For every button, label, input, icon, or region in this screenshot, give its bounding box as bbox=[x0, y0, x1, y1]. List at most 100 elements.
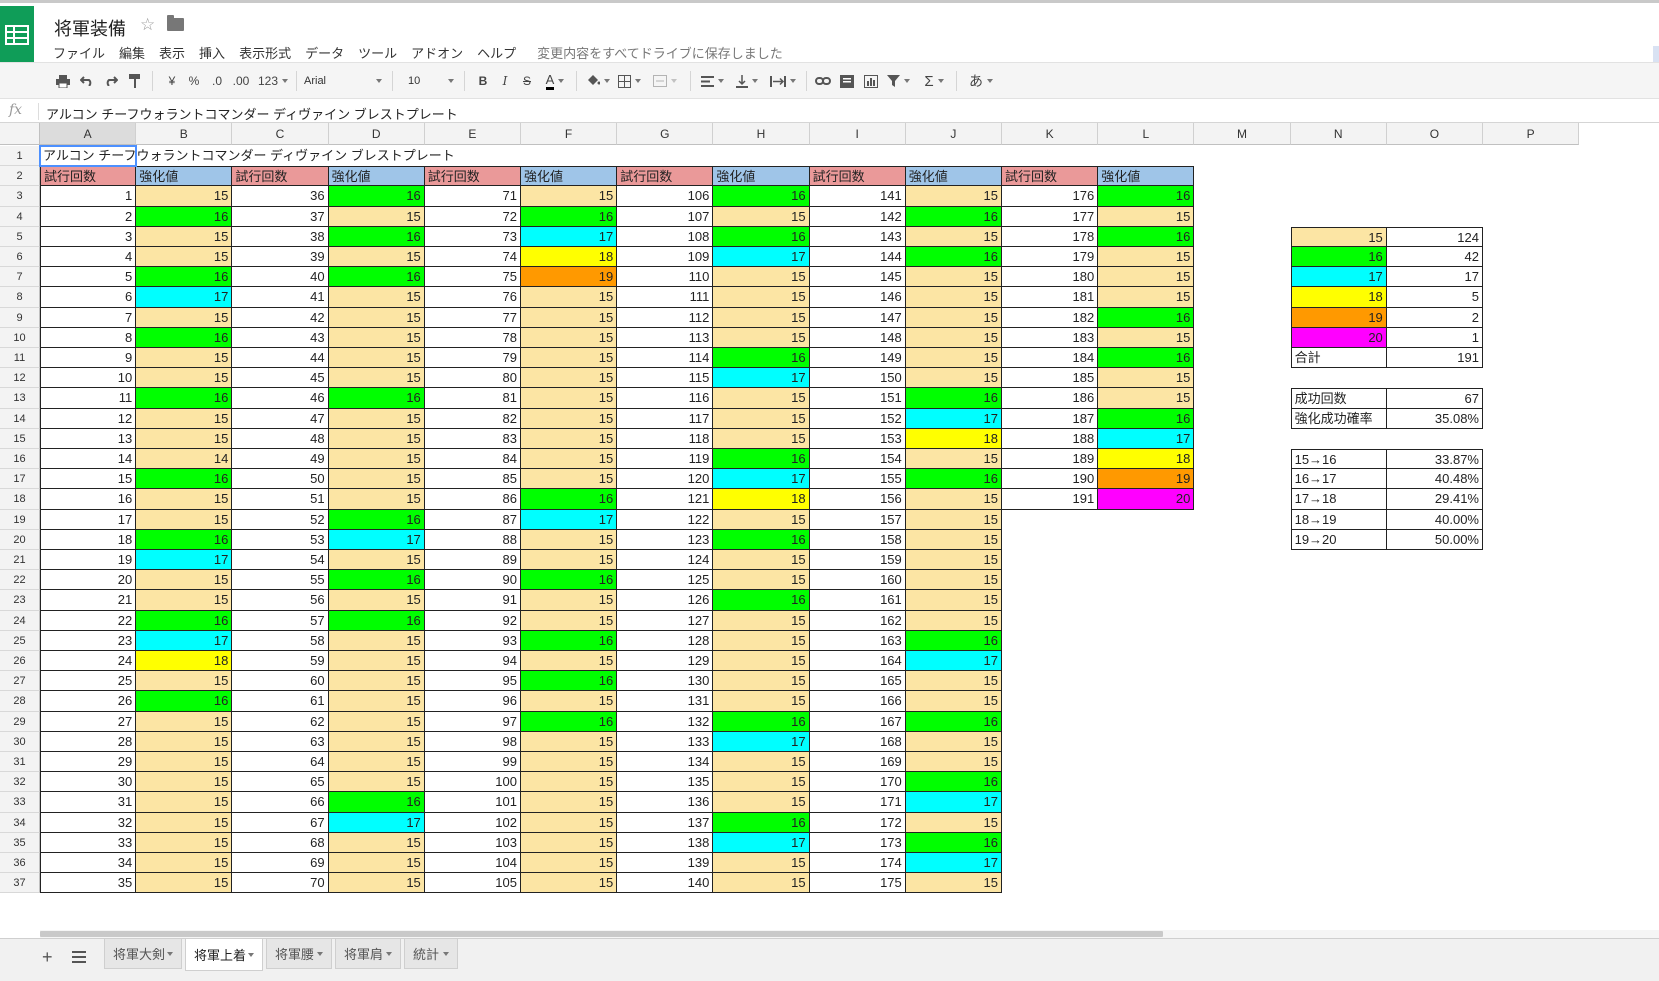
value-cell[interactable]: 15 bbox=[328, 873, 425, 894]
trial-cell[interactable]: 52 bbox=[232, 509, 329, 530]
row-header[interactable]: 8 bbox=[0, 287, 40, 308]
trial-cell[interactable]: 2 bbox=[40, 206, 137, 227]
trial-cell[interactable]: 70 bbox=[232, 873, 329, 894]
menu-data[interactable]: データ bbox=[305, 43, 344, 62]
value-cell[interactable]: 19 bbox=[521, 267, 618, 288]
transition-label[interactable]: 17→18 bbox=[1290, 489, 1387, 510]
column-header-p[interactable]: P bbox=[1483, 123, 1580, 145]
value-cell[interactable]: 16 bbox=[328, 570, 425, 591]
value-cell[interactable]: 15 bbox=[905, 731, 1002, 752]
trial-cell[interactable]: 18 bbox=[40, 529, 137, 550]
trial-cell[interactable]: 59 bbox=[232, 651, 329, 672]
font-size-dropdown[interactable]: 10 bbox=[408, 70, 456, 92]
value-cell[interactable]: 15 bbox=[905, 550, 1002, 571]
trial-cell[interactable]: 168 bbox=[809, 731, 906, 752]
value-cell[interactable]: 15 bbox=[328, 408, 425, 429]
trial-cell[interactable]: 111 bbox=[617, 287, 714, 308]
row-header[interactable]: 2 bbox=[0, 166, 40, 187]
trial-cell[interactable]: 142 bbox=[809, 206, 906, 227]
value-cell[interactable]: 16 bbox=[328, 267, 425, 288]
value-cell[interactable]: 16 bbox=[328, 388, 425, 409]
value-cell[interactable]: 17 bbox=[713, 247, 810, 268]
trial-cell[interactable]: 97 bbox=[424, 711, 521, 732]
value-cell[interactable]: 16 bbox=[136, 691, 233, 712]
trial-cell[interactable]: 80 bbox=[424, 368, 521, 389]
value-cell[interactable]: 16 bbox=[713, 186, 810, 207]
value-cell[interactable]: 15 bbox=[136, 772, 233, 793]
title-cell[interactable]: アルコン チーフウォラントコマンダー ディヴァイン ブレストプレート bbox=[40, 146, 455, 167]
value-cell[interactable]: 16 bbox=[1098, 226, 1195, 247]
trial-cell[interactable]: 68 bbox=[232, 832, 329, 853]
trial-cell[interactable]: 28 bbox=[40, 731, 137, 752]
summary-count-cell[interactable]: 17 bbox=[1386, 267, 1483, 288]
value-cell[interactable]: 15 bbox=[713, 509, 810, 530]
percent-button[interactable]: % bbox=[186, 69, 202, 93]
column-header-o[interactable]: O bbox=[1386, 123, 1483, 145]
summary-value-cell[interactable]: 16 bbox=[1290, 247, 1387, 268]
row-header[interactable]: 32 bbox=[0, 772, 40, 793]
sheet-tab[interactable]: 統計 bbox=[404, 939, 458, 969]
value-cell[interactable]: 15 bbox=[905, 489, 1002, 510]
transition-rate[interactable]: 33.87% bbox=[1386, 449, 1483, 470]
row-header[interactable]: 20 bbox=[0, 529, 40, 550]
trial-cell[interactable]: 124 bbox=[617, 550, 714, 571]
trial-cell[interactable]: 82 bbox=[424, 408, 521, 429]
value-cell[interactable]: 15 bbox=[905, 368, 1002, 389]
chevron-down-icon[interactable] bbox=[248, 952, 254, 957]
value-cell[interactable]: 15 bbox=[328, 691, 425, 712]
value-cell[interactable]: 15 bbox=[521, 368, 618, 389]
row-header[interactable]: 11 bbox=[0, 348, 40, 369]
value-cell[interactable]: 15 bbox=[328, 671, 425, 692]
trial-cell[interactable]: 69 bbox=[232, 853, 329, 874]
trial-cell[interactable]: 66 bbox=[232, 792, 329, 813]
trial-cell[interactable]: 15 bbox=[40, 469, 137, 490]
trial-cell[interactable]: 130 bbox=[617, 671, 714, 692]
trial-header[interactable]: 試行回数 bbox=[424, 166, 521, 187]
fill-color-dropdown[interactable] bbox=[584, 69, 612, 93]
value-cell[interactable]: 15 bbox=[328, 489, 425, 510]
value-cell[interactable]: 15 bbox=[328, 711, 425, 732]
currency-button[interactable]: ¥ bbox=[164, 69, 180, 93]
italic-button[interactable]: I bbox=[496, 69, 514, 93]
trial-cell[interactable]: 121 bbox=[617, 489, 714, 510]
trial-cell[interactable]: 72 bbox=[424, 206, 521, 227]
value-cell[interactable]: 16 bbox=[521, 671, 618, 692]
row-header[interactable]: 27 bbox=[0, 671, 40, 692]
trial-cell[interactable]: 1 bbox=[40, 186, 137, 207]
trial-cell[interactable]: 64 bbox=[232, 752, 329, 773]
value-cell[interactable]: 15 bbox=[521, 691, 618, 712]
value-cell[interactable]: 15 bbox=[905, 307, 1002, 328]
trial-cell[interactable]: 139 bbox=[617, 853, 714, 874]
row-header[interactable]: 37 bbox=[0, 873, 40, 894]
trial-cell[interactable]: 173 bbox=[809, 832, 906, 853]
trial-cell[interactable]: 174 bbox=[809, 853, 906, 874]
trial-cell[interactable]: 90 bbox=[424, 570, 521, 591]
trial-cell[interactable]: 16 bbox=[40, 489, 137, 510]
value-header[interactable]: 強化値 bbox=[1098, 166, 1195, 187]
value-cell[interactable]: 15 bbox=[136, 307, 233, 328]
value-cell[interactable]: 15 bbox=[905, 570, 1002, 591]
trial-cell[interactable]: 41 bbox=[232, 287, 329, 308]
trial-cell[interactable]: 67 bbox=[232, 812, 329, 833]
value-cell[interactable]: 15 bbox=[136, 873, 233, 894]
column-header-b[interactable]: B bbox=[136, 123, 233, 145]
trial-cell[interactable]: 134 bbox=[617, 752, 714, 773]
value-cell[interactable]: 15 bbox=[713, 307, 810, 328]
trial-cell[interactable]: 107 bbox=[617, 206, 714, 227]
row-header[interactable]: 28 bbox=[0, 691, 40, 712]
trial-cell[interactable]: 131 bbox=[617, 691, 714, 712]
trial-cell[interactable]: 53 bbox=[232, 529, 329, 550]
menu-edit[interactable]: 編集 bbox=[119, 43, 145, 62]
value-cell[interactable]: 14 bbox=[136, 449, 233, 470]
value-cell[interactable]: 15 bbox=[328, 630, 425, 651]
trial-cell[interactable]: 44 bbox=[232, 348, 329, 369]
column-header-e[interactable]: E bbox=[424, 123, 521, 145]
value-cell[interactable]: 15 bbox=[713, 792, 810, 813]
merge-cells-dropdown[interactable] bbox=[650, 69, 680, 93]
trial-cell[interactable]: 189 bbox=[1002, 449, 1099, 470]
trial-cell[interactable]: 128 bbox=[617, 630, 714, 651]
value-cell[interactable]: 15 bbox=[328, 731, 425, 752]
menu-help[interactable]: ヘルプ bbox=[477, 43, 516, 62]
column-header-c[interactable]: C bbox=[232, 123, 329, 145]
value-cell[interactable]: 15 bbox=[905, 610, 1002, 631]
